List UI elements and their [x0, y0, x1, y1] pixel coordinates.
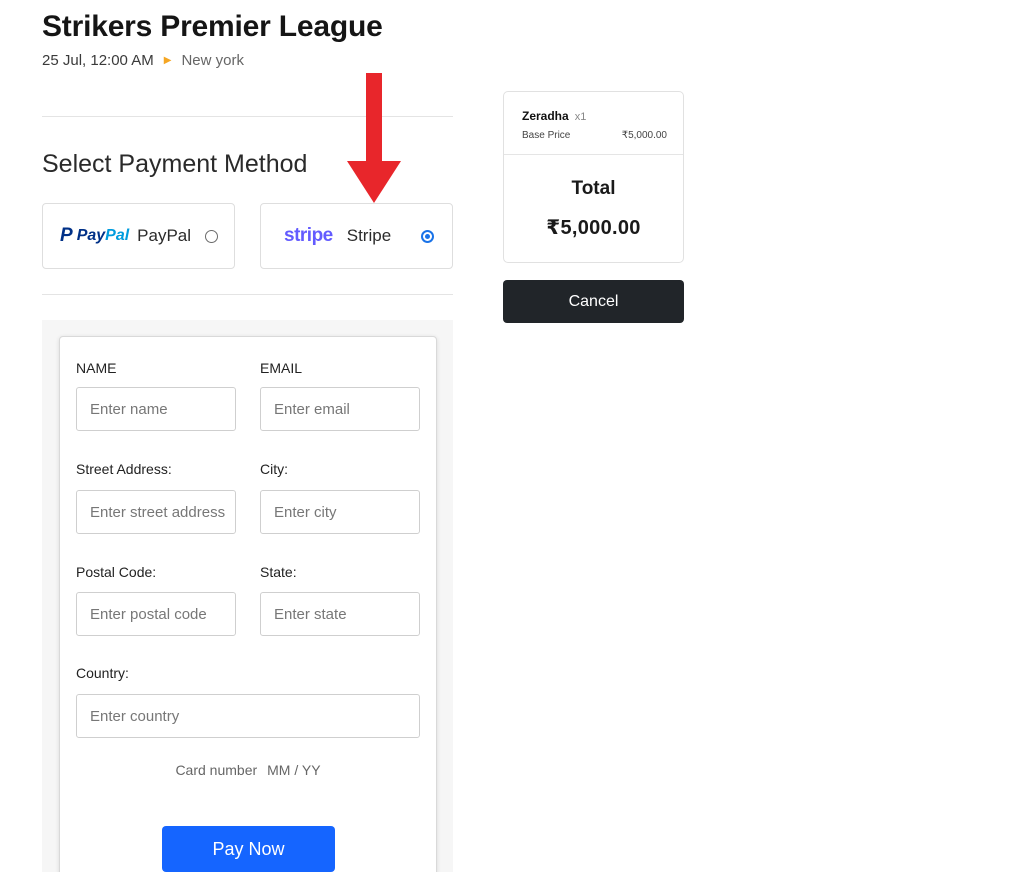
country-input[interactable] — [76, 694, 420, 738]
country-label: Country: — [76, 665, 129, 681]
postal-label: Postal Code: — [76, 564, 157, 580]
postal-input[interactable] — [76, 592, 236, 636]
name-input[interactable] — [76, 387, 236, 431]
street-input[interactable] — [76, 490, 236, 534]
event-meta: 25 Jul, 12:00 AM ▶ New york — [42, 52, 244, 69]
payment-method-stripe[interactable]: stripe Stripe — [260, 203, 453, 269]
payment-method-paypal[interactable]: P Pay Pal PayPal — [42, 203, 235, 269]
total-label: Total — [571, 178, 616, 199]
card-field[interactable]: Card number MM / YY — [60, 762, 436, 778]
state-input[interactable] — [260, 592, 420, 636]
order-summary: Zeradha x1 Base Price ₹5,000.00 Total ₹5,… — [503, 91, 684, 263]
pay-now-button[interactable]: Pay Now — [162, 826, 335, 872]
event-datetime: 25 Jul, 12:00 AM — [42, 52, 154, 69]
card-expiry-placeholder: MM / YY — [267, 762, 321, 778]
email-label: EMAIL — [260, 360, 303, 376]
city-label: City: — [260, 461, 288, 477]
summary-separator — [504, 154, 683, 155]
payment-form-card: NAME EMAIL Street Address: City: Postal … — [59, 336, 437, 872]
caret-right-icon: ▶ — [163, 55, 172, 66]
paypal-logo: P Pay Pal — [60, 225, 129, 247]
summary-item: Zeradha x1 — [522, 109, 586, 123]
summary-item-qty: x1 — [574, 111, 587, 123]
payment-form-area: NAME EMAIL Street Address: City: Postal … — [42, 320, 453, 872]
paypal-logo-pal: Pal — [105, 227, 130, 244]
street-label: Street Address: — [76, 461, 172, 477]
email-input[interactable] — [260, 387, 420, 431]
paypal-radio[interactable] — [205, 229, 219, 243]
stripe-radio[interactable] — [421, 229, 435, 243]
state-label: State: — [260, 564, 297, 580]
base-price-label: Base Price — [522, 130, 571, 141]
divider-bottom — [42, 294, 453, 295]
paypal-logo-pay: Pay — [76, 227, 106, 244]
stripe-logo: stripe — [284, 225, 333, 246]
paypal-p-icon: P — [60, 225, 73, 246]
paypal-label: PayPal — [137, 226, 192, 245]
event-location: New york — [181, 52, 244, 69]
summary-base-row: Base Price ₹5,000.00 — [522, 130, 667, 141]
total-value: ₹5,000.00 — [546, 217, 641, 239]
name-label: NAME — [76, 360, 117, 376]
city-input[interactable] — [260, 490, 420, 534]
stripe-label: Stripe — [346, 226, 392, 245]
event-title: Strikers Premier League — [42, 10, 383, 43]
base-price-value: ₹5,000.00 — [621, 130, 667, 141]
payment-section-title: Select Payment Method — [42, 150, 308, 178]
annotation-arrow-icon — [347, 73, 401, 203]
summary-item-name: Zeradha — [522, 109, 569, 123]
cancel-button[interactable]: Cancel — [503, 280, 684, 323]
card-number-placeholder: Card number — [175, 762, 258, 778]
